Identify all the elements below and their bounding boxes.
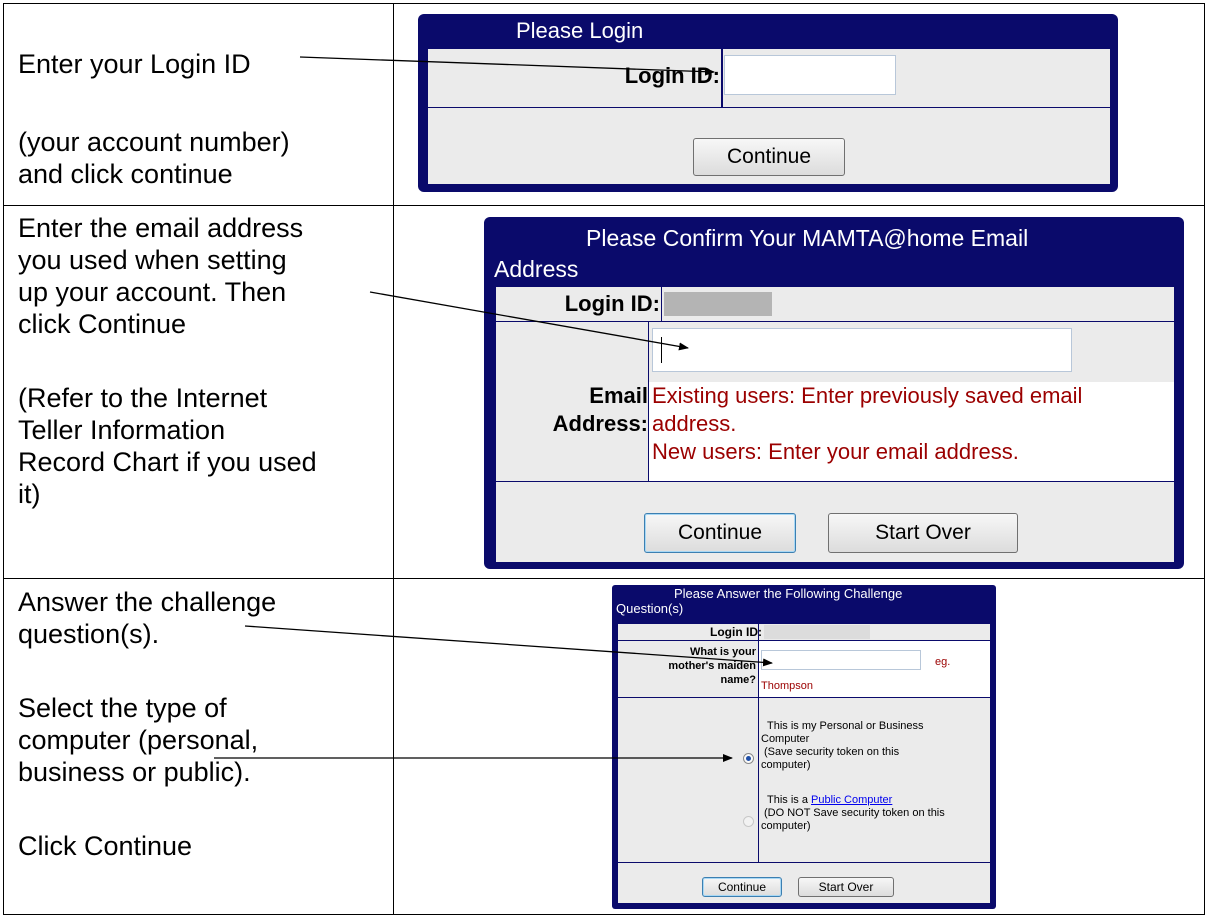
challenge-answer-input[interactable]: [761, 650, 921, 670]
email-hint-line: New users: Enter your email address.: [652, 439, 1019, 464]
instruction-text: Click Continue: [18, 831, 193, 861]
table-column-divider: [393, 3, 394, 915]
question-label-cell: What is your mother's maiden name?: [618, 641, 758, 697]
challenge-panel-title-line1: Please Answer the Following Challenge: [674, 586, 903, 601]
login-id-row: Login ID:: [618, 624, 990, 640]
option-text: This is my Personal or Business: [767, 720, 924, 732]
continue-button[interactable]: Continue: [644, 513, 796, 553]
continue-button[interactable]: Continue: [702, 877, 782, 897]
challenge-panel: Please Answer the Following Challenge Qu…: [612, 585, 996, 909]
login-id-label: Login ID:: [710, 625, 762, 639]
email-panel-title-line1: Please Confirm Your MAMTA@home Email: [586, 225, 1029, 251]
option-text: Computer: [761, 733, 810, 745]
instruction-text: (your account number): [18, 127, 290, 157]
instruction-step-3: Answer the challenge question(s). Select…: [18, 586, 276, 862]
instruction-text: and click continue: [18, 159, 233, 189]
option-text: computer): [761, 820, 811, 832]
option-text: (Save security token on this: [764, 746, 900, 758]
instruction-text: Select the type of: [18, 693, 227, 723]
masked-login-id: [764, 625, 870, 639]
instruction-text: Teller Information: [18, 415, 226, 445]
instruction-text: up your account. Then: [18, 277, 287, 307]
instruction-text: Answer the challenge: [18, 587, 277, 617]
table-border-left: [3, 3, 4, 915]
question-label: What is your mother's maiden name?: [668, 645, 756, 687]
instruction-text: Record Chart if you used: [18, 447, 317, 477]
email-input-row: [496, 322, 1174, 382]
email-confirm-panel: Please Confirm Your MAMTA@home Email Add…: [484, 217, 1184, 569]
start-over-button[interactable]: Start Over: [828, 513, 1018, 553]
login-id-row: Login ID:: [428, 49, 1110, 107]
public-computer-option: This is a Public Computer (DO NOT Save s…: [761, 794, 945, 833]
option-text: (DO NOT Save security token on this: [764, 807, 945, 819]
example-label: eg.: [935, 656, 951, 668]
login-panel: Please Login Login ID: Continue: [418, 14, 1118, 192]
email-hint: Existing users: Enter previously saved e…: [652, 382, 1082, 466]
email-label-line: Email: [589, 383, 648, 408]
email-label-line: Address:: [552, 411, 648, 436]
email-label-cell: Email Address:: [496, 382, 648, 481]
instruction-text: Enter your Login ID: [18, 49, 251, 79]
instruction-text: question(s).: [18, 619, 160, 649]
instruction-text: Enter the email address: [18, 213, 304, 243]
computer-type-options-cell: This is my Personal or Business Computer…: [759, 698, 990, 862]
email-input[interactable]: [652, 328, 1072, 372]
example-answer: Thompson: [761, 680, 813, 692]
email-label: Email Address:: [553, 382, 648, 438]
table-divider-2: [3, 578, 1205, 579]
table-border-top: [3, 3, 1205, 4]
instruction-text: computer (personal,: [18, 725, 259, 755]
instruction-step-2: Enter the email address you used when se…: [18, 212, 317, 510]
question-label-line: name?: [720, 674, 756, 686]
public-computer-link[interactable]: Public Computer: [811, 794, 892, 806]
answer-cell: eg. Thompson: [759, 641, 990, 697]
start-over-button[interactable]: Start Over: [798, 877, 894, 897]
login-panel-title: Please Login: [516, 18, 644, 43]
table-divider-1: [3, 205, 1205, 206]
challenge-button-row: Continue Start Over: [618, 863, 990, 903]
instruction-step-1: Enter your Login ID (your account number…: [18, 48, 290, 190]
option-text: This is a Public Computer: [761, 794, 945, 807]
email-hint-cell: Existing users: Enter previously saved e…: [649, 382, 1174, 481]
login-id-label: Login ID:: [564, 291, 660, 316]
login-id-input[interactable]: [724, 55, 896, 95]
masked-login-id: [664, 292, 772, 316]
table-border-right: [1204, 3, 1205, 915]
question-label-line: mother's maiden: [668, 660, 756, 672]
personal-computer-radio[interactable]: [743, 753, 754, 764]
login-id-row: Login ID:: [496, 287, 1174, 321]
challenge-panel-title-line2: Question(s): [616, 601, 684, 616]
instruction-text: it): [18, 479, 41, 509]
email-panel-title-line2: Address: [494, 256, 579, 282]
instruction-text: business or public).: [18, 757, 251, 787]
email-hint-line: address.: [652, 411, 737, 436]
instruction-text: you used when setting: [18, 245, 287, 275]
continue-button[interactable]: Continue: [693, 138, 845, 176]
login-id-label: Login ID:: [624, 63, 720, 88]
personal-computer-option: This is my Personal or Business Computer…: [761, 720, 924, 772]
question-label-line: What is your: [689, 646, 756, 658]
computer-type-left-cell: [618, 698, 758, 862]
option-text-prefix: This is a: [767, 794, 812, 806]
instruction-text: click Continue: [18, 309, 187, 339]
login-id-column-divider: [721, 49, 723, 107]
column-divider: [661, 287, 662, 321]
email-button-row: Continue Start Over: [496, 482, 1174, 562]
text-cursor: [661, 337, 662, 363]
row-divider: [496, 321, 1174, 322]
instruction-text: (Refer to the Internet: [18, 383, 268, 413]
email-hint-line: Existing users: Enter previously saved e…: [652, 383, 1083, 408]
public-computer-radio[interactable]: [743, 816, 754, 827]
option-text: computer): [761, 759, 811, 771]
table-border-bottom: [3, 914, 1205, 915]
login-button-row: Continue: [428, 108, 1110, 184]
